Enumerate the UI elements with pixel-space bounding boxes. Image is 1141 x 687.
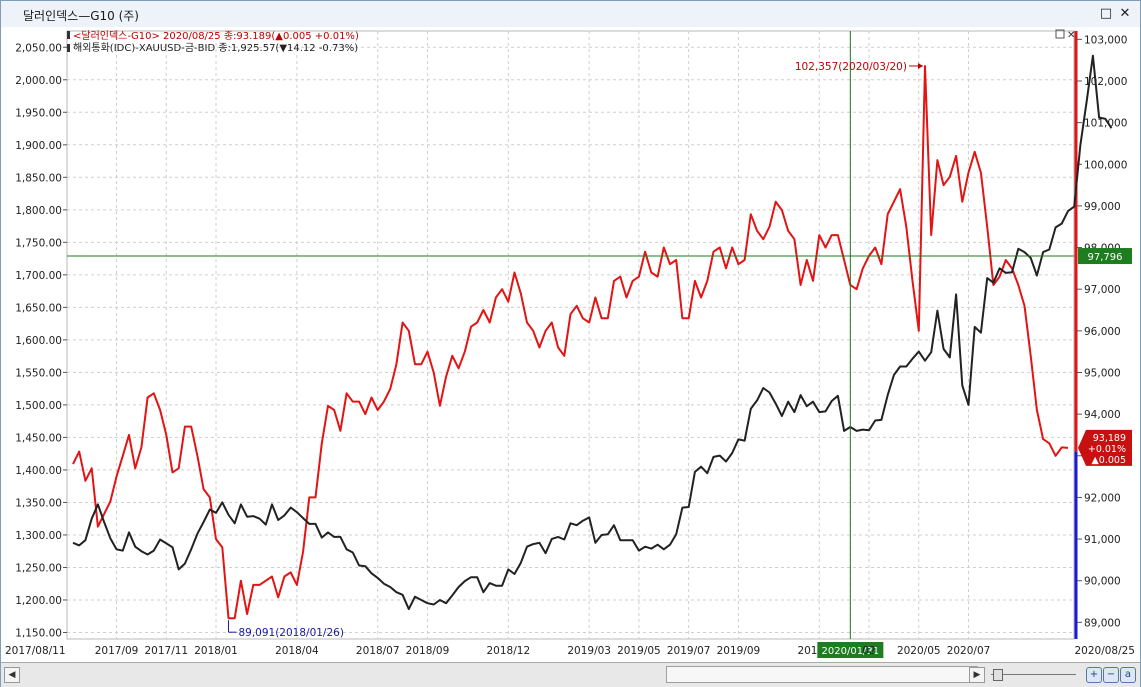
max-annotation: 102,357(2020/03/20) <box>795 61 907 73</box>
left-tick-label: 1,900.00 <box>15 140 62 152</box>
title-bar: 달러인덱스—G10 (주) □ ✕ <box>1 1 1140 28</box>
right-tick-label: 91,000 <box>1084 534 1121 546</box>
left-tick-label: 1,500.00 <box>15 400 62 412</box>
x-tick-label: 2018/04 <box>275 645 319 657</box>
zoom-in-button[interactable]: + <box>1086 667 1102 683</box>
min-annotation: 89,091(2018/01/26) <box>238 627 343 639</box>
horizontal-scrollbar[interactable]: ◀ ▶ + − a <box>1 662 1140 687</box>
x-tick-label: 02 <box>862 645 875 657</box>
left-tick-label: 1,350.00 <box>15 497 62 509</box>
left-tick-label: 1,450.00 <box>15 432 62 444</box>
left-tick-label: 1,400.00 <box>15 465 62 477</box>
chart-area[interactable]: 1,150.00 1,200.00 1,250.00 1,300.00 1,350.00… <box>1 27 1140 662</box>
left-tick-label: 1,850.00 <box>15 172 62 184</box>
zoom-out-button[interactable]: − <box>1103 667 1119 683</box>
right-tick-label: 96,000 <box>1084 326 1121 338</box>
chart-window: 달러인덱스—G10 (주) □ ✕ 1,150.00 1,200.00 1,250.… <box>0 0 1141 687</box>
left-tick-label: 2,050.00 <box>15 42 62 54</box>
x-tick-label: 2017/11 <box>144 645 188 657</box>
right-tick-label: 89,000 <box>1084 617 1121 629</box>
last-value-label: +0.01% <box>1088 444 1126 455</box>
x-tick-label: 2020/05 <box>897 645 941 657</box>
scroll-left-arrow[interactable]: ◀ <box>4 667 20 683</box>
x-tick-label: 2018/09 <box>406 645 450 657</box>
zoom-slider[interactable] <box>991 667 1076 681</box>
scroll-thumb[interactable] <box>666 666 978 683</box>
x-tick-label: 2017/09 <box>95 645 139 657</box>
left-tick-label: 1,750.00 <box>15 237 62 249</box>
legend-dollar-index: <달러인덱스-G10> 2020/08/25 종:93.189(▲0.005 +… <box>73 30 359 42</box>
left-tick-label: 1,800.00 <box>15 205 62 217</box>
right-tick-label: 95,000 <box>1084 367 1121 379</box>
right-tick-label: 94,000 <box>1084 409 1121 421</box>
x-tick-label: 2017/08/11 <box>5 645 66 657</box>
right-tick-label: 90,000 <box>1084 576 1121 588</box>
x-tick-label: 2018/07 <box>356 645 400 657</box>
x-tick-label: 2018/12 <box>487 645 531 657</box>
x-tick-label: 2019/05 <box>617 645 661 657</box>
x-tick-label: 2020/08/25 <box>1074 645 1135 657</box>
left-tick-label: 1,600.00 <box>15 335 62 347</box>
close-button[interactable]: ✕ <box>1117 6 1133 22</box>
scroll-right-arrow[interactable]: ▶ <box>969 667 985 683</box>
x-tick-label: 2019/07 <box>667 645 711 657</box>
window-title: 달러인덱스—G10 (주) <box>23 9 139 23</box>
left-tick-label: 1,200.00 <box>15 595 62 607</box>
x-tick-label: 2018/01 <box>194 645 238 657</box>
zoom-reset-button[interactable]: a <box>1120 667 1136 683</box>
right-tick-label: 92,000 <box>1084 492 1121 504</box>
x-tick-label: 2019/09 <box>717 645 761 657</box>
legend-gold: 해외통화(IDC)-XAUUSD-금-BID 종:1,925.57(▼14.12… <box>73 41 358 54</box>
right-tick-label: 103,000 <box>1084 34 1127 46</box>
right-tick-label: 97,000 <box>1084 284 1121 296</box>
restore-button[interactable]: □ <box>1098 6 1114 22</box>
last-value-label: ▲0.005 <box>1091 455 1126 466</box>
x-axis: 2017/08/11 2017/09 2017/11 2018/01 2018/04 20… <box>5 642 1135 658</box>
zoom-slider-knob[interactable] <box>993 669 1003 681</box>
left-tick-label: 1,250.00 <box>15 562 62 574</box>
right-tick-label: 100,000 <box>1084 159 1127 171</box>
panel-close-icon[interactable]: ✕ <box>1067 30 1075 41</box>
left-tick-label: 1,300.00 <box>15 530 62 542</box>
last-value-label: 93,189 <box>1093 433 1126 444</box>
x-tick-label: 2019/03 <box>567 645 611 657</box>
left-tick-label: 1,150.00 <box>15 627 62 639</box>
right-tick-label: 99,000 <box>1084 201 1121 213</box>
chart-background <box>1 27 1140 662</box>
left-tick-label: 1,700.00 <box>15 270 62 282</box>
left-tick-label: 1,950.00 <box>15 107 62 119</box>
left-tick-label: 1,650.00 <box>15 302 62 314</box>
x-tick-label: 2020/07 <box>947 645 991 657</box>
left-tick-label: 2,000.00 <box>15 75 62 87</box>
left-tick-label: 1,550.00 <box>15 367 62 379</box>
crosshair-y-label: 97,796 <box>1088 252 1123 263</box>
